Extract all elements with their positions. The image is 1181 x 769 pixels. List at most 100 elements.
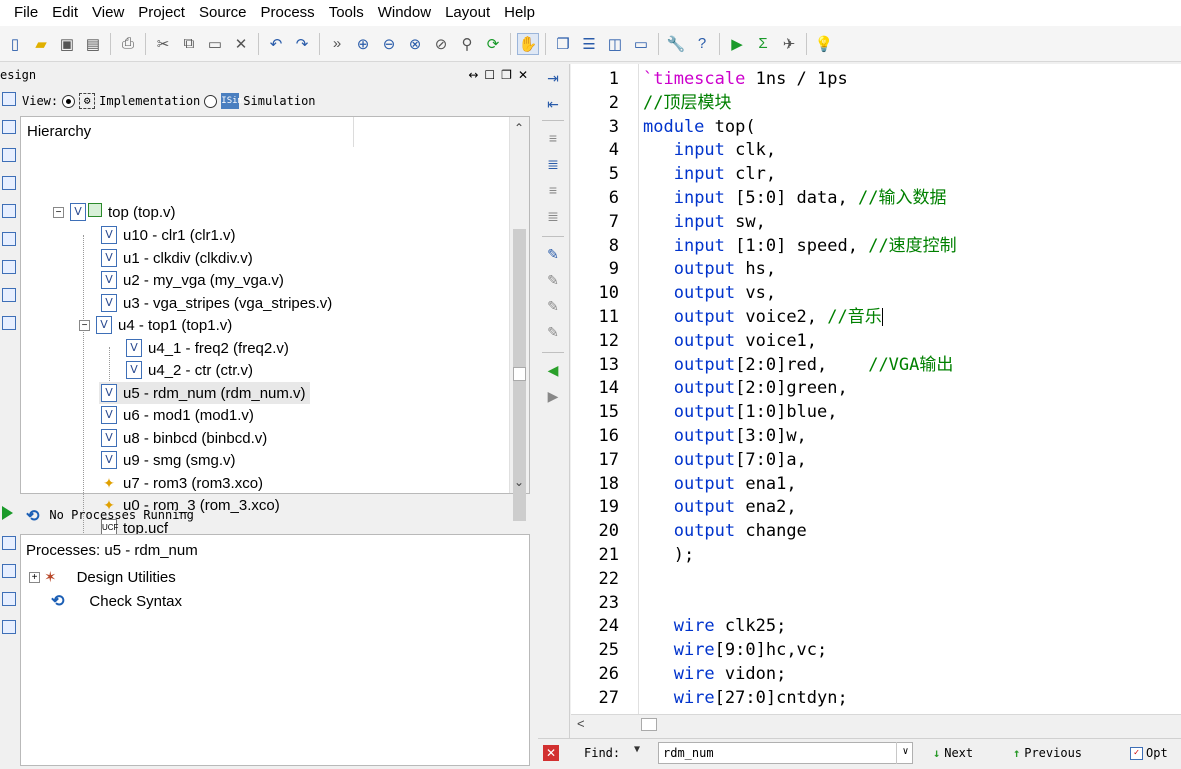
- menu-edit[interactable]: Edit: [45, 0, 85, 26]
- tree-item-u4-2[interactable]: V u4_2 - ctr (ctr.v): [126, 359, 253, 381]
- bookmark-prev-icon[interactable]: ✎: [544, 298, 562, 316]
- open-folder-icon[interactable]: ▰: [30, 33, 52, 55]
- strip-icon-4[interactable]: [2, 176, 16, 190]
- zoom-out-icon[interactable]: ⊖: [378, 33, 400, 55]
- undo-icon[interactable]: ↶: [265, 33, 287, 55]
- restore-icon[interactable]: ▭: [630, 33, 652, 55]
- cut-icon[interactable]: ✂: [152, 33, 174, 55]
- menu-help[interactable]: Help: [497, 0, 542, 26]
- tree-item-u7[interactable]: ✦ u7 - rom3 (rom3.xco): [101, 472, 263, 494]
- bookmark-next-icon[interactable]: ✎: [544, 272, 562, 290]
- tree-item-u3[interactable]: V u3 - vga_stripes (vga_stripes.v): [101, 292, 332, 314]
- tree-item-u1[interactable]: V u1 - clkdiv (clkdiv.v): [101, 247, 253, 269]
- bulb-icon[interactable]: 💡: [813, 33, 835, 55]
- run-icon[interactable]: ▶: [726, 33, 748, 55]
- help-icon[interactable]: ?: [691, 33, 713, 55]
- scroll-thumb[interactable]: [641, 718, 657, 731]
- copy-icon[interactable]: ⧉: [178, 33, 200, 55]
- expand-icon[interactable]: +: [29, 571, 40, 583]
- scroll-left-icon[interactable]: <: [577, 716, 585, 731]
- tree-item-u6[interactable]: V u6 - mod1 (mod1.v): [101, 404, 254, 426]
- sigma-icon[interactable]: Σ: [752, 33, 774, 55]
- redo-icon[interactable]: ↷: [291, 33, 313, 55]
- strip-icon-7[interactable]: [2, 260, 16, 274]
- collapse-icon[interactable]: −: [79, 319, 90, 331]
- find-previous-button[interactable]: ↑ Previous: [1013, 746, 1082, 760]
- tree-item-u4[interactable]: − V u4 - top1 (top1.v): [79, 314, 232, 336]
- wrench-icon[interactable]: 🔧: [665, 33, 687, 55]
- tile-v-icon[interactable]: ◫: [604, 33, 626, 55]
- tree-item-u9[interactable]: V u9 - smg (smg.v): [101, 449, 236, 471]
- strip-icon-3[interactable]: [2, 148, 16, 162]
- float-icon[interactable]: ↔: [468, 68, 478, 82]
- close-find-icon[interactable]: ✕: [543, 745, 559, 761]
- strip-icon-6[interactable]: [2, 232, 16, 246]
- scroll-up-icon[interactable]: ⌃: [514, 121, 524, 135]
- proc-strip-icon-2[interactable]: [2, 564, 16, 578]
- indent-icon[interactable]: ⇥: [544, 70, 562, 88]
- tree-item-u8[interactable]: V u8 - binbcd (binbcd.v): [101, 427, 267, 449]
- find-history-dropdown-icon[interactable]: ∨: [896, 742, 914, 764]
- proc-strip-icon-4[interactable]: [2, 620, 16, 634]
- run-process-icon[interactable]: [2, 506, 13, 520]
- strip-icon-2[interactable]: [2, 120, 16, 134]
- scroll-down-icon[interactable]: ⌄: [514, 475, 524, 489]
- close-icon[interactable]: ✕: [518, 68, 528, 82]
- paste-icon[interactable]: ▭: [204, 33, 226, 55]
- code-editor[interactable]: 1 2 3 4 5 6 7 8 9 10 11 12 13 14 15 16 17 18 19 20 21 22 23 24 2…: [571, 64, 1181, 714]
- scroll-grip[interactable]: [513, 367, 526, 381]
- block-uncomment-icon[interactable]: ≣: [544, 208, 562, 226]
- zoom-in-icon[interactable]: ⊕: [352, 33, 374, 55]
- cascade-icon[interactable]: ❐: [552, 33, 574, 55]
- overflow-icon[interactable]: »: [326, 33, 348, 55]
- menu-tools[interactable]: Tools: [322, 0, 371, 26]
- hierarchy-scrollbar[interactable]: ⌃ ⌄: [509, 117, 529, 521]
- bookmark-toggle-icon[interactable]: ✎: [544, 246, 562, 264]
- delete-icon[interactable]: ✕: [230, 33, 252, 55]
- save-icon[interactable]: ▣: [56, 33, 78, 55]
- find-mode-dropdown-icon[interactable]: ▼: [634, 744, 640, 755]
- strip-icon-5[interactable]: [2, 204, 16, 218]
- implementation-label[interactable]: Implementation: [99, 94, 200, 108]
- simulation-radio[interactable]: [204, 94, 218, 108]
- tree-item-u5[interactable]: V u5 - rdm_num (rdm_num.v): [99, 382, 310, 404]
- new-file-icon[interactable]: ▯: [4, 33, 26, 55]
- zoom-full-icon[interactable]: ⊘: [430, 33, 452, 55]
- strip-icon-8[interactable]: [2, 288, 16, 302]
- implementation-radio[interactable]: [62, 94, 76, 108]
- collapse-icon[interactable]: −: [53, 206, 64, 218]
- menu-project[interactable]: Project: [131, 0, 192, 26]
- strip-icon-1[interactable]: [2, 92, 16, 106]
- save-all-icon[interactable]: ▤: [82, 33, 104, 55]
- find-input[interactable]: rdm_num: [658, 742, 913, 764]
- tree-item-u10[interactable]: V u10 - clr1 (clr1.v): [101, 224, 236, 246]
- process-item-check-syntax[interactable]: ⟲ Check Syntax: [51, 591, 182, 611]
- strip-icon-9[interactable]: [2, 316, 16, 330]
- proc-strip-icon-1[interactable]: [2, 536, 16, 550]
- tree-item-u2[interactable]: V u2 - my_vga (my_vga.v): [101, 269, 284, 291]
- pin-icon[interactable]: ⚲: [456, 33, 478, 55]
- bookmark-clear-icon[interactable]: ✎: [544, 324, 562, 342]
- go-forward-icon[interactable]: ▶: [544, 388, 562, 406]
- outdent-icon[interactable]: ⇤: [544, 96, 562, 114]
- menu-window[interactable]: Window: [371, 0, 438, 26]
- telescope-icon[interactable]: ✈: [778, 33, 800, 55]
- go-back-icon[interactable]: ◀: [544, 362, 562, 380]
- find-next-button[interactable]: ↓ Next: [933, 746, 973, 760]
- comment-icon[interactable]: ≡: [544, 130, 562, 148]
- refresh-icon[interactable]: ⟳: [482, 33, 504, 55]
- zoom-fit-icon[interactable]: ⊗: [404, 33, 426, 55]
- proc-strip-icon-3[interactable]: [2, 592, 16, 606]
- pan-icon[interactable]: ✋: [517, 32, 539, 55]
- tree-item-top[interactable]: − V top (top.v): [53, 201, 176, 223]
- editor-horizontal-scrollbar[interactable]: <: [571, 714, 1181, 734]
- print-icon[interactable]: ⎙: [117, 33, 139, 55]
- block-comment-icon[interactable]: ≡: [544, 182, 562, 200]
- find-options-button[interactable]: ✓ Opt: [1130, 746, 1168, 760]
- process-item-design-utilities[interactable]: + ✶ Design Utilities: [29, 568, 176, 586]
- menu-source[interactable]: Source: [192, 0, 254, 26]
- menu-process[interactable]: Process: [254, 0, 322, 26]
- restore-icon[interactable]: ❐: [501, 68, 512, 82]
- menu-layout[interactable]: Layout: [438, 0, 497, 26]
- tile-h-icon[interactable]: ☰: [578, 33, 600, 55]
